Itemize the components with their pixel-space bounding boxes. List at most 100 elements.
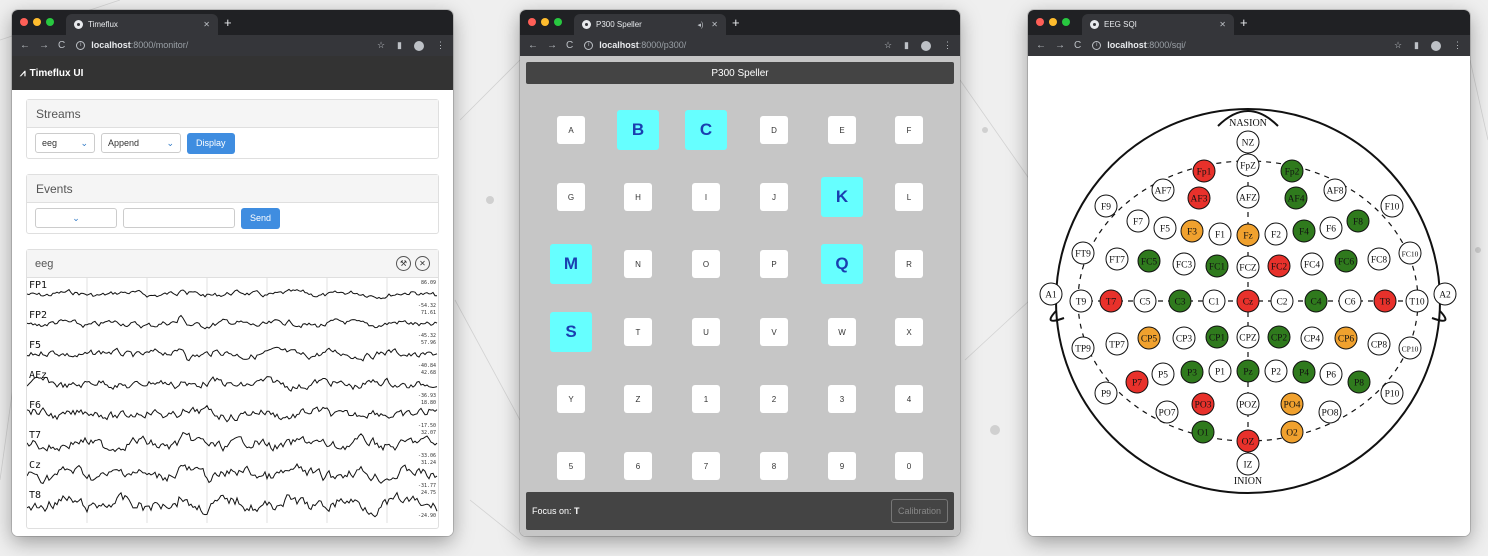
app-header: ⩘ Timeflux UI bbox=[12, 56, 453, 90]
reload-icon[interactable]: C bbox=[566, 40, 573, 51]
stream-select[interactable]: eeg ⌄ bbox=[35, 133, 95, 153]
channel-min: -17.50 bbox=[418, 423, 436, 429]
electrode-cp5: CP5 bbox=[1137, 326, 1161, 350]
electrode-label: F2 bbox=[1271, 231, 1281, 241]
maximize-window-button[interactable] bbox=[46, 18, 54, 26]
window-controls bbox=[20, 18, 54, 26]
forward-icon[interactable]: → bbox=[1055, 40, 1065, 51]
close-icon[interactable]: ✕ bbox=[415, 256, 430, 271]
channel-max: 24.75 bbox=[421, 490, 436, 496]
maximize-window-button[interactable] bbox=[554, 18, 562, 26]
url-path: :8000/sqi/ bbox=[1146, 40, 1186, 50]
event-input[interactable] bbox=[123, 208, 235, 228]
channel-max: 42.68 bbox=[421, 370, 436, 376]
electrode-t9: T9 bbox=[1069, 289, 1093, 313]
document-icon[interactable]: ▮ bbox=[1414, 40, 1419, 51]
channel-max: 18.80 bbox=[421, 400, 436, 406]
electrode-label: C4 bbox=[1310, 298, 1321, 308]
menu-icon[interactable]: ⋮ bbox=[1453, 40, 1462, 51]
send-button[interactable]: Send bbox=[241, 207, 281, 229]
eeg-trace bbox=[26, 376, 438, 392]
menu-icon[interactable]: ⋮ bbox=[436, 40, 445, 51]
minimize-window-button[interactable] bbox=[541, 18, 549, 26]
close-window-button[interactable] bbox=[1036, 18, 1044, 26]
browser-tab[interactable]: EEG SQI ✕ bbox=[1082, 14, 1234, 35]
calibration-button[interactable]: Calibration bbox=[890, 499, 948, 523]
document-icon[interactable]: ▮ bbox=[904, 40, 909, 51]
close-tab-icon[interactable]: ✕ bbox=[203, 20, 210, 29]
speller-key-1: 1 bbox=[692, 385, 720, 413]
close-tab-icon[interactable]: ✕ bbox=[711, 20, 718, 29]
electrode-label: T9 bbox=[1076, 298, 1087, 308]
channel-label: FP2 bbox=[29, 310, 47, 321]
menu-icon[interactable]: ⋮ bbox=[943, 40, 952, 51]
tab-bar: P300 Speller ◂) ✕ + bbox=[520, 10, 960, 35]
url-field[interactable]: i localhost:8000/p300/ bbox=[584, 40, 875, 51]
close-window-button[interactable] bbox=[528, 18, 536, 26]
close-window-button[interactable] bbox=[20, 18, 28, 26]
minimize-window-button[interactable] bbox=[33, 18, 41, 26]
speller-key-w: W bbox=[828, 318, 856, 346]
electrode-label: F5 bbox=[1160, 225, 1170, 235]
new-tab-button[interactable]: + bbox=[732, 15, 740, 30]
display-button[interactable]: Display bbox=[187, 132, 235, 154]
electrode-label: F8 bbox=[1353, 218, 1363, 228]
audio-icon[interactable]: ◂) bbox=[697, 21, 703, 29]
browser-tab[interactable]: P300 Speller ◂) ✕ bbox=[574, 14, 726, 35]
info-icon[interactable]: i bbox=[1092, 41, 1102, 50]
electrode-head-map: NASION INION NZ FpZ Fp1 Fp2 AF7 AF3 AFZ AF4 AF8 F9 F… bbox=[1039, 108, 1457, 494]
speller-key-z: Z bbox=[624, 385, 652, 413]
wrench-icon[interactable]: ⚒ bbox=[396, 256, 411, 271]
reload-icon[interactable]: C bbox=[1074, 40, 1081, 51]
account-icon[interactable] bbox=[414, 40, 424, 51]
speller-key-h: H bbox=[624, 183, 652, 211]
mode-select[interactable]: Append ⌄ bbox=[101, 133, 181, 153]
info-icon[interactable]: i bbox=[584, 41, 594, 50]
channel-label: AFz bbox=[29, 370, 47, 381]
url-field[interactable]: i localhost:8000/monitor/ bbox=[76, 40, 368, 51]
speller-key-u: U bbox=[692, 318, 720, 346]
back-icon[interactable]: ← bbox=[528, 40, 538, 51]
tab-bar: EEG SQI ✕ + bbox=[1028, 10, 1470, 35]
electrode-p2: P2 bbox=[1264, 359, 1288, 383]
electrode-fc5: FC5 bbox=[1137, 249, 1161, 273]
eeg-trace bbox=[26, 462, 438, 485]
forward-icon[interactable]: → bbox=[547, 40, 557, 51]
speller-key-n: N bbox=[624, 250, 652, 278]
back-icon[interactable]: ← bbox=[20, 40, 30, 51]
electrode-label: P7 bbox=[1132, 379, 1142, 389]
minimize-window-button[interactable] bbox=[1049, 18, 1057, 26]
channel-min: -36.93 bbox=[418, 393, 436, 399]
electrode-label: IZ bbox=[1244, 461, 1253, 471]
browser-tab[interactable]: Timeflux ✕ bbox=[66, 14, 218, 35]
streams-panel: Streams eeg ⌄ Append ⌄ Display bbox=[26, 99, 439, 159]
reload-icon[interactable]: C bbox=[58, 40, 65, 51]
electrode-cp6: CP6 bbox=[1334, 326, 1358, 350]
electrode-label: P8 bbox=[1354, 379, 1364, 389]
new-tab-button[interactable]: + bbox=[224, 15, 232, 30]
star-icon[interactable]: ☆ bbox=[1394, 40, 1402, 51]
electrode-label: CP2 bbox=[1271, 334, 1288, 344]
event-select[interactable]: ⌄ bbox=[35, 208, 117, 228]
events-title: Events bbox=[27, 175, 438, 203]
forward-icon[interactable]: → bbox=[39, 40, 49, 51]
electrode-label: C2 bbox=[1276, 298, 1287, 308]
info-icon[interactable]: i bbox=[76, 41, 86, 50]
maximize-window-button[interactable] bbox=[1062, 18, 1070, 26]
electrode-label: TP7 bbox=[1109, 341, 1125, 351]
close-tab-icon[interactable]: ✕ bbox=[1219, 20, 1226, 29]
star-icon[interactable]: ☆ bbox=[884, 40, 892, 51]
star-icon[interactable]: ☆ bbox=[377, 40, 385, 51]
document-icon[interactable]: ▮ bbox=[397, 40, 402, 51]
app-title: Timeflux UI bbox=[29, 67, 84, 79]
electrode-label: CP1 bbox=[1209, 334, 1226, 344]
back-icon[interactable]: ← bbox=[1036, 40, 1046, 51]
account-icon[interactable] bbox=[1431, 40, 1441, 51]
account-icon[interactable] bbox=[921, 40, 931, 51]
timeflux-logo-icon: ⩘ bbox=[20, 67, 26, 79]
electrode-a2: A2 bbox=[1433, 282, 1457, 306]
electrode-label: CP3 bbox=[1176, 335, 1193, 345]
url-field[interactable]: i localhost:8000/sqi/ bbox=[1092, 40, 1385, 51]
new-tab-button[interactable]: + bbox=[1240, 15, 1248, 30]
electrode-label: FC2 bbox=[1271, 263, 1288, 273]
